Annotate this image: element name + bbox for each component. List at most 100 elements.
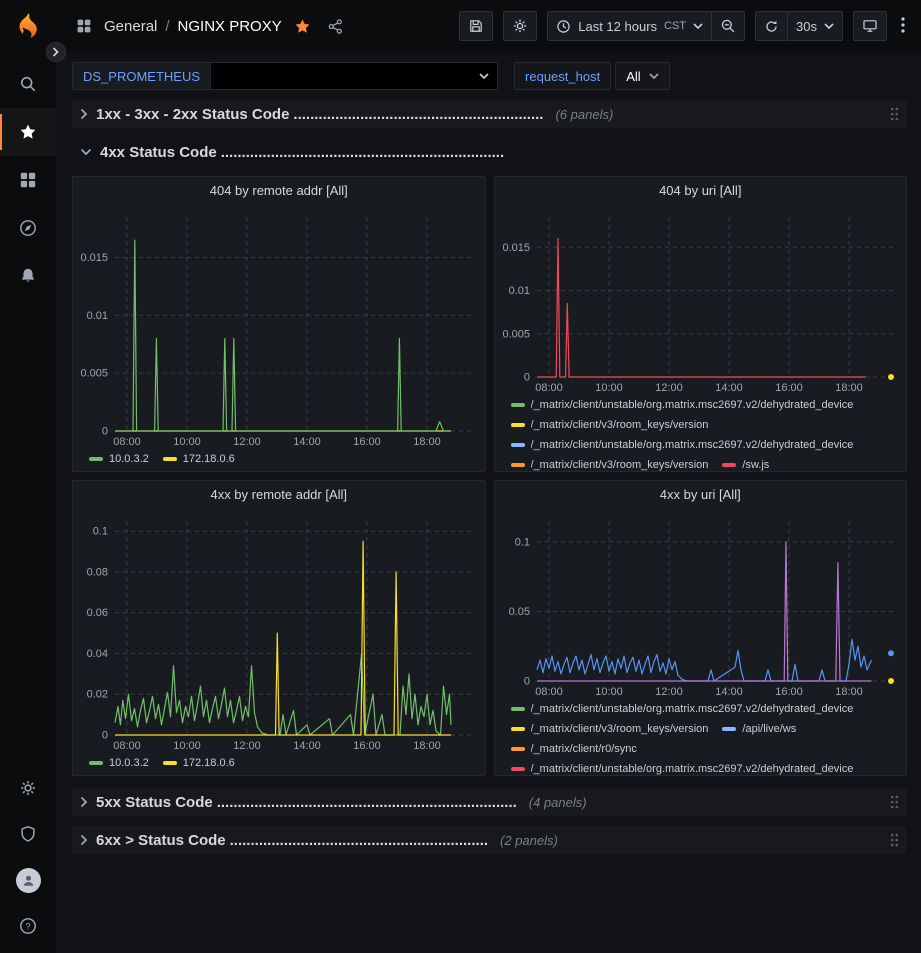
legend-marker xyxy=(511,747,525,751)
panel-title[interactable]: 4xx by uri [All] xyxy=(495,481,907,509)
legend-item[interactable]: /_matrix/client/v3/room_keys/version xyxy=(511,719,709,739)
drag-handle-icon[interactable] xyxy=(880,795,899,809)
dashboard-settings-button[interactable] xyxy=(503,11,537,41)
row-panel-count: (2 panels) xyxy=(500,833,558,848)
legend-label: 172.18.0.6 xyxy=(183,449,235,469)
sidebar-item-configuration[interactable] xyxy=(0,765,56,811)
dashboard-row-1xx-3xx-2xx[interactable]: 1xx - 3xx - 2xx Status Code ............… xyxy=(72,100,907,128)
breadcrumb-folder[interactable]: General xyxy=(104,18,157,35)
kebab-menu-button[interactable] xyxy=(897,15,909,38)
panel-title[interactable]: 4xx by remote addr [All] xyxy=(73,481,485,509)
chart-svg: 08:0010:0012:0014:0016:0018:0000.0050.01… xyxy=(495,205,907,395)
svg-text:0.015: 0.015 xyxy=(80,252,108,264)
legend-item[interactable]: 10.0.3.2 xyxy=(89,753,149,773)
shield-icon xyxy=(19,825,37,843)
top-navbar: General / NGINX PROXY Last 12 hours C xyxy=(0,0,921,52)
legend-label: /_matrix/client/unstable/org.matrix.msc2… xyxy=(531,395,854,415)
panel-404-by-uri: 404 by uri [All] 08:0010:0012:0014:0016:… xyxy=(494,176,908,472)
svg-text:0: 0 xyxy=(523,372,529,384)
svg-text:12:00: 12:00 xyxy=(655,686,683,698)
svg-text:14:00: 14:00 xyxy=(293,740,321,752)
request-host-value-select[interactable]: All xyxy=(615,62,669,90)
svg-text:16:00: 16:00 xyxy=(775,686,803,698)
legend-marker xyxy=(511,727,525,731)
svg-text:18:00: 18:00 xyxy=(413,740,441,752)
legend-item[interactable]: /_matrix/client/unstable/org.matrix.msc2… xyxy=(511,395,854,415)
grafana-logo[interactable] xyxy=(0,12,56,40)
time-range-picker[interactable]: Last 12 hours CST xyxy=(547,11,712,41)
svg-text:10:00: 10:00 xyxy=(595,382,623,394)
save-dashboard-button[interactable] xyxy=(459,11,493,41)
row-title-dots: ........................................… xyxy=(217,794,517,811)
compass-icon xyxy=(19,219,37,237)
row-title-dots: ........................................… xyxy=(293,106,543,123)
gear-icon xyxy=(19,779,37,797)
legend-item[interactable]: /_matrix/client/unstable/org.matrix.msc2… xyxy=(511,759,854,775)
cycle-view-mode-button[interactable] xyxy=(853,11,887,41)
panel-title[interactable]: 404 by uri [All] xyxy=(495,177,907,205)
legend-item[interactable]: /api/live/ws xyxy=(722,719,796,739)
drag-handle-icon[interactable] xyxy=(880,107,899,121)
panel-title[interactable]: 404 by remote addr [All] xyxy=(73,177,485,205)
legend-item[interactable]: /_matrix/client/unstable/org.matrix.msc2… xyxy=(511,435,854,455)
sidebar-item-starred[interactable] xyxy=(0,108,56,156)
apps-icon xyxy=(19,171,37,189)
star-icon xyxy=(19,123,37,141)
legend-item[interactable]: /_matrix/client/v3/room_keys/version xyxy=(511,415,709,435)
sidebar-item-dashboards[interactable] xyxy=(0,156,56,204)
svg-text:0: 0 xyxy=(523,676,529,688)
dashboard-title[interactable]: NGINX PROXY xyxy=(178,18,282,35)
row-title: 5xx Status Code xyxy=(96,794,213,811)
panel-legend: /_matrix/client/unstable/org.matrix.msc2… xyxy=(495,699,907,775)
chevron-right-icon xyxy=(80,834,88,846)
dashboard-row-6xx[interactable]: 6xx > Status Code ......................… xyxy=(72,826,907,854)
grafana-logo-icon xyxy=(14,12,42,40)
chevron-right-icon xyxy=(80,108,88,120)
svg-text:0.1: 0.1 xyxy=(93,526,108,538)
drag-handle-icon[interactable] xyxy=(880,833,899,847)
dashboard-row-5xx[interactable]: 5xx Status Code ........................… xyxy=(72,788,907,816)
sidebar-item-explore[interactable] xyxy=(0,204,56,252)
legend-item[interactable]: 10.0.3.2 xyxy=(89,449,149,469)
legend-item[interactable]: 172.18.0.6 xyxy=(163,449,235,469)
legend-item[interactable]: /_matrix/client/v3/room_keys/version xyxy=(511,455,709,471)
timeseries-chart[interactable]: 08:0010:0012:0014:0016:0018:0000.0050.01… xyxy=(73,205,485,449)
refresh-button[interactable] xyxy=(755,11,788,41)
svg-text:0: 0 xyxy=(102,730,108,742)
expand-sidebar-button[interactable] xyxy=(46,42,66,62)
chevron-right-icon xyxy=(52,47,60,57)
sidebar-item-profile[interactable] xyxy=(0,857,56,903)
datasource-value-select[interactable] xyxy=(210,62,498,90)
svg-text:16:00: 16:00 xyxy=(353,740,381,752)
refresh-interval-picker[interactable]: 30s xyxy=(787,11,843,41)
favorite-star-icon[interactable] xyxy=(290,14,315,39)
dashboard-canvas: DS_PROMETHEUS request_host All 1xx - 3xx… xyxy=(56,52,921,953)
legend-item[interactable]: /_matrix/client/unstable/org.matrix.msc2… xyxy=(511,699,854,719)
sidebar-item-alerting[interactable] xyxy=(0,252,56,300)
sidebar-bottom: ? xyxy=(0,765,56,949)
timeseries-chart[interactable]: 08:0010:0012:0014:0016:0018:0000.0050.01… xyxy=(495,205,907,395)
request-host-label: request_host xyxy=(514,62,611,90)
legend-item[interactable]: /sw.js xyxy=(722,455,769,471)
navbar-actions: Last 12 hours CST 30s xyxy=(459,11,909,41)
svg-text:18:00: 18:00 xyxy=(413,436,441,448)
zoom-out-button[interactable] xyxy=(711,11,745,41)
dashboard-row-4xx[interactable]: 4xx Status Code ........................… xyxy=(72,138,907,166)
timeseries-chart[interactable]: 08:0010:0012:0014:0016:0018:0000.020.040… xyxy=(73,509,485,753)
svg-text:0.04: 0.04 xyxy=(87,648,108,660)
datasource-variable: DS_PROMETHEUS xyxy=(72,62,498,90)
share-alt-icon[interactable] xyxy=(323,14,348,39)
legend-item[interactable]: /_matrix/client/r0/sync xyxy=(511,739,637,759)
legend-marker xyxy=(722,727,736,731)
svg-text:12:00: 12:00 xyxy=(233,436,261,448)
svg-text:0.015: 0.015 xyxy=(502,242,530,254)
row-title: 6xx > Status Code xyxy=(96,832,226,849)
sidebar-item-search[interactable] xyxy=(0,60,56,108)
timeseries-chart[interactable]: 08:0010:0012:0014:0016:0018:0000.050.1 xyxy=(495,509,907,699)
sidebar-item-help[interactable]: ? xyxy=(0,903,56,949)
svg-text:?: ? xyxy=(25,921,30,931)
sidebar-item-server-admin[interactable] xyxy=(0,811,56,857)
sidebar: ? xyxy=(0,52,56,953)
svg-text:0.005: 0.005 xyxy=(80,368,108,380)
legend-item[interactable]: 172.18.0.6 xyxy=(163,753,235,773)
